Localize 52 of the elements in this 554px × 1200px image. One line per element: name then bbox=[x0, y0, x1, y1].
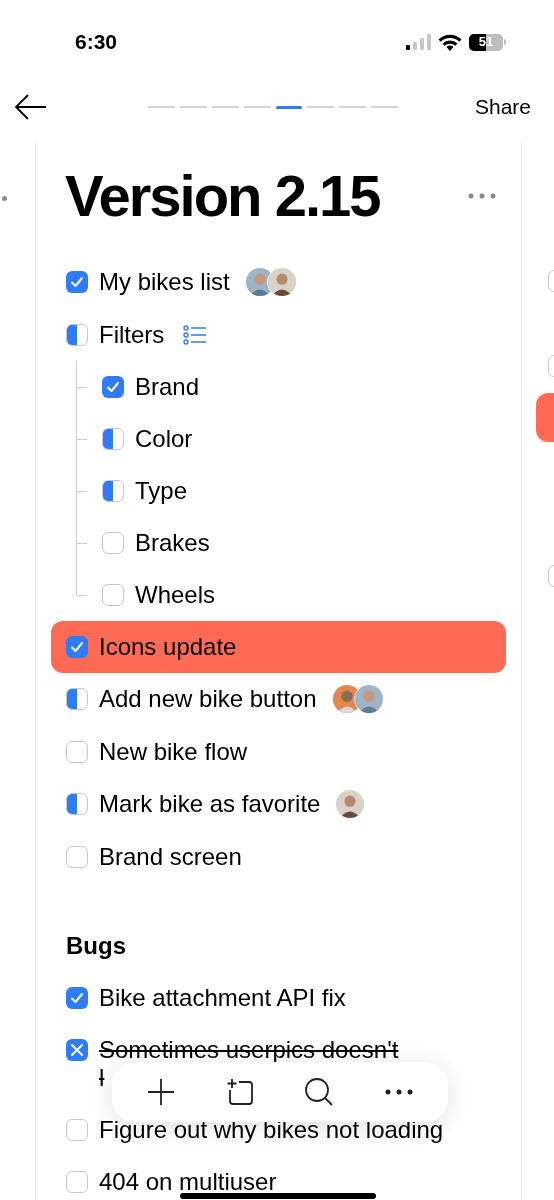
list-icon[interactable] bbox=[183, 325, 208, 345]
back-arrow-icon[interactable] bbox=[15, 94, 47, 120]
more-icon[interactable] bbox=[384, 1089, 413, 1095]
task-text: Add new bike button bbox=[99, 685, 317, 713]
partial-checkbox[interactable] bbox=[66, 324, 88, 346]
task-text: Bike attachment API fix bbox=[99, 984, 346, 1012]
task-text: Color bbox=[135, 425, 193, 453]
task-text: Sometimes userpics doesn't l bbox=[99, 1036, 399, 1092]
checked-checkbox[interactable] bbox=[102, 376, 124, 398]
checked-checkbox[interactable] bbox=[66, 987, 88, 1009]
task-text: Icons update bbox=[99, 633, 237, 661]
task-text: New bike flow bbox=[99, 738, 248, 766]
checkbox[interactable] bbox=[66, 1171, 88, 1193]
checkmark-icon bbox=[70, 640, 84, 654]
add-page-icon[interactable] bbox=[225, 1078, 254, 1106]
page-title: Version 2.15 bbox=[65, 167, 380, 225]
search-icon[interactable] bbox=[304, 1077, 335, 1107]
checkbox[interactable] bbox=[66, 1119, 88, 1141]
task-text: Type bbox=[135, 477, 188, 505]
task-text: Filters bbox=[99, 321, 165, 349]
partial-checkbox[interactable] bbox=[102, 480, 124, 502]
cancelled-checkbox[interactable] bbox=[66, 1039, 88, 1061]
partial-checkbox[interactable] bbox=[66, 793, 88, 815]
task-text: Wheels bbox=[135, 581, 216, 609]
section-heading: Bugs bbox=[65, 932, 127, 960]
task-text: Figure out why bikes not loading bbox=[99, 1116, 444, 1144]
share-button[interactable]: Share bbox=[474, 91, 531, 123]
task-text: 404 on multiuser bbox=[99, 1168, 277, 1196]
task-text: Mark bike as favorite bbox=[99, 790, 321, 818]
status-time: 6:30 bbox=[75, 29, 118, 56]
checkmark-icon bbox=[70, 991, 84, 1005]
task-text: Brand screen bbox=[99, 843, 242, 871]
page-indicator[interactable] bbox=[275, 105, 302, 109]
checked-checkbox[interactable] bbox=[66, 636, 88, 658]
highlighted-row[interactable]: Icons update bbox=[51, 621, 506, 673]
wifi-icon bbox=[438, 33, 462, 51]
checked-checkbox[interactable] bbox=[66, 271, 88, 293]
task-text: My bikes list bbox=[99, 268, 230, 296]
checkbox[interactable] bbox=[102, 532, 124, 554]
add-icon[interactable] bbox=[147, 1078, 176, 1106]
partial-checkbox[interactable] bbox=[66, 688, 88, 710]
battery-level: 51 bbox=[478, 33, 494, 51]
checkmark-icon bbox=[70, 275, 84, 289]
checkbox[interactable] bbox=[66, 741, 88, 763]
signal-icon bbox=[405, 34, 431, 50]
task-text: Brand bbox=[135, 373, 200, 401]
checkbox[interactable] bbox=[102, 584, 124, 606]
checkbox[interactable] bbox=[66, 846, 88, 868]
task-text: Brakes bbox=[135, 529, 210, 557]
cross-icon bbox=[70, 1043, 84, 1057]
checkmark-icon bbox=[106, 380, 120, 394]
partial-checkbox[interactable] bbox=[102, 428, 124, 450]
